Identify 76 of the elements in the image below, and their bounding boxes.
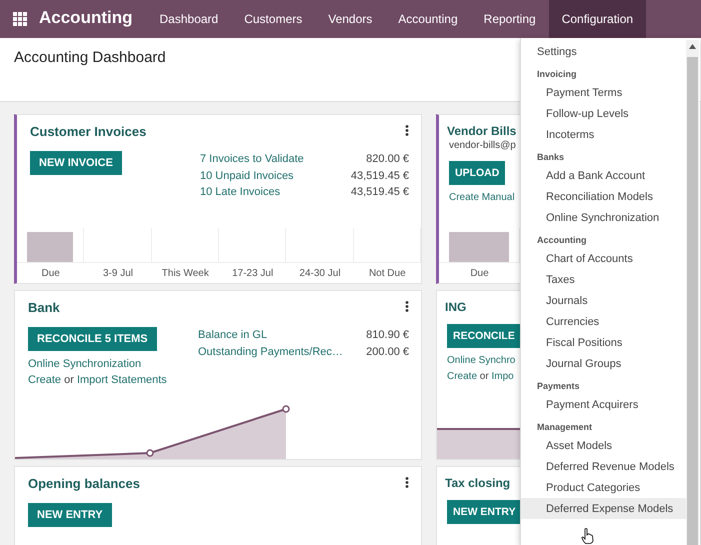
card-link[interactable]: Online Synchro <box>447 355 516 366</box>
card-action-button[interactable]: NEW INVOICE <box>30 151 122 175</box>
menu-item[interactable]: Currencies <box>521 311 686 332</box>
page-title: Accounting Dashboard <box>14 49 166 66</box>
card-title: Customer Invoices <box>30 124 146 139</box>
menu-item[interactable]: Deferred Revenue Models <box>521 456 686 477</box>
card-title: Bank <box>28 300 60 315</box>
stat-link[interactable]: Outstanding Payments/Rec… <box>198 344 343 360</box>
chart-label: Due <box>469 267 490 281</box>
email-address: vendor-bills@p <box>448 139 516 151</box>
scrollbar-thumb[interactable] <box>687 57 698 545</box>
card-action-button[interactable]: NEW ENTRY <box>28 503 112 527</box>
card-action-button[interactable]: NEW ENTRY <box>447 500 520 524</box>
stat-value: 200.00 € <box>366 344 409 360</box>
stat-value: 820.00 € <box>366 152 409 167</box>
more-options-icon[interactable] <box>405 301 409 312</box>
chart-label: 3-9 Jul <box>102 267 134 281</box>
more-options-icon[interactable] <box>405 125 409 136</box>
card-title: ING <box>445 300 466 314</box>
menu-item[interactable]: Add a Bank Account <box>521 165 686 186</box>
menu-item[interactable]: Fiscal Positions <box>521 332 686 353</box>
menu-tab[interactable]: Configuration <box>548 0 646 38</box>
card-action-button[interactable]: RECONCILE 5 ITEMS <box>28 327 157 351</box>
menu-item[interactable]: Asset Models <box>521 435 686 456</box>
menu-item[interactable]: Reconciliation Models <box>521 186 686 207</box>
card-action-button[interactable]: UPLOAD <box>449 161 506 185</box>
app-name: Accounting <box>39 8 132 29</box>
menu-item[interactable]: Payment Acquirers <box>521 394 686 415</box>
card-link[interactable]: Create <box>447 371 478 382</box>
menu-tab[interactable]: Reporting <box>470 0 549 38</box>
menu-item[interactable]: Online Synchronization <box>521 207 686 228</box>
card-link[interactable]: Online Synchronization <box>28 358 142 370</box>
menu-section-header: Payments <box>536 380 580 393</box>
apps-grid-icon[interactable] <box>13 12 27 26</box>
more-options-icon[interactable] <box>405 477 409 488</box>
menu-item[interactable]: Chart of Accounts <box>521 248 686 269</box>
card-title: Opening balances <box>28 476 140 491</box>
chart-label: Due <box>40 267 61 281</box>
menu-section-header: Management <box>536 421 592 434</box>
stat-value: 43,519.45 € <box>350 168 409 184</box>
menu-tab[interactable]: Dashboard <box>146 0 232 38</box>
card-link[interactable]: Impo <box>491 371 514 382</box>
link-separator-text: or <box>64 374 74 386</box>
stat-value: 43,519.45 € <box>350 185 409 200</box>
stat-value: 810.90 € <box>366 328 409 343</box>
card-link[interactable]: Create <box>28 374 62 386</box>
card-title: Vendor Bills <box>447 124 516 138</box>
menu-item[interactable]: Journals <box>521 290 686 311</box>
menu-tab[interactable]: Customers <box>231 0 316 38</box>
chart-label: 17-23 Jul <box>231 267 274 281</box>
stat-link[interactable]: 10 Unpaid Invoices <box>200 168 294 184</box>
menu-section-header: Banks <box>536 151 564 164</box>
stat-link[interactable]: Balance in GL <box>198 327 268 344</box>
menu-item[interactable]: Incoterms <box>521 124 686 145</box>
stat-link[interactable]: 7 Invoices to Validate <box>200 151 304 168</box>
menu-item[interactable]: Journal Groups <box>521 353 686 374</box>
link-separator-text: or <box>480 371 489 382</box>
menu-section-header: Accounting <box>536 234 586 247</box>
menu-section-header: Invoicing <box>536 68 577 81</box>
card-link[interactable]: Create Manual <box>449 192 515 203</box>
card-action-button[interactable]: RECONCILE <box>447 324 520 348</box>
menu-tab[interactable]: Accounting <box>385 0 471 38</box>
menu-item[interactable]: Product Categories <box>521 477 686 498</box>
scroll-up-icon[interactable] <box>689 44 696 49</box>
menu-item[interactable]: Settings <box>521 41 686 62</box>
chart-label: This Week <box>160 267 210 281</box>
menu-item[interactable]: Taxes <box>521 269 686 290</box>
chart-label: Not Due <box>368 267 407 281</box>
menu-tab[interactable]: Vendors <box>315 0 386 38</box>
menu-item[interactable]: Payment Terms <box>521 82 686 103</box>
menu-item[interactable]: Deferred Expense Models <box>521 498 686 519</box>
card-link[interactable]: Import Statements <box>76 374 167 386</box>
card-title: Tax closing <box>445 476 510 490</box>
menu-item[interactable]: Follow-up Levels <box>521 103 686 124</box>
chart-label: 24-30 Jul <box>298 267 342 281</box>
stat-link[interactable]: 10 Late Invoices <box>200 184 280 200</box>
